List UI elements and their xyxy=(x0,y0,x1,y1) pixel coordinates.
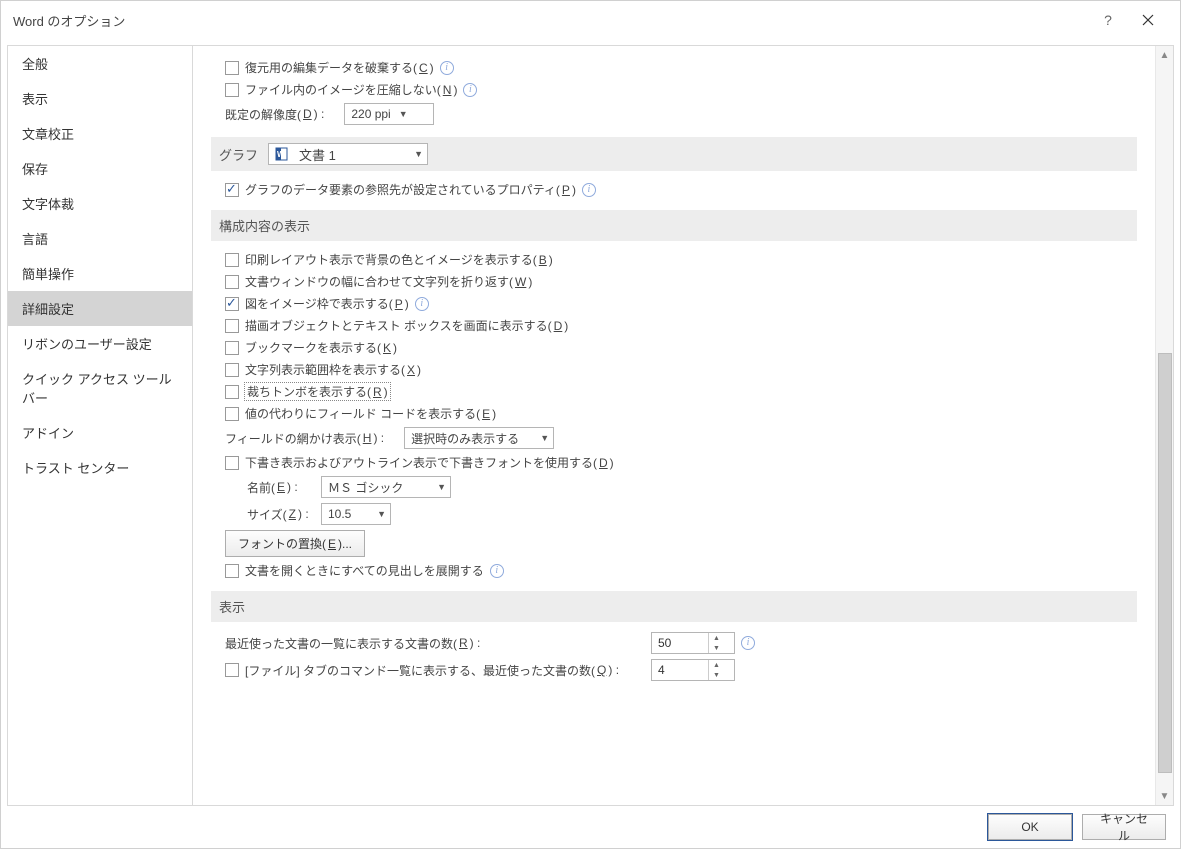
picture-placeholders-label: 図をイメージ枠で表示する(P) xyxy=(245,295,409,312)
chevron-down-icon: ▼ xyxy=(399,109,408,119)
text-boundaries-checkbox[interactable] xyxy=(225,363,239,377)
recent-docs-spinner[interactable]: ▲▼ xyxy=(651,632,735,654)
scroll-thumb[interactable] xyxy=(1158,353,1172,772)
picture-placeholders-checkbox[interactable] xyxy=(225,297,239,311)
draft-font-checkbox[interactable] xyxy=(225,456,239,470)
discard-edit-data-label: 復元用の編集データを破棄する(C) xyxy=(245,59,434,76)
crop-marks-checkbox[interactable] xyxy=(225,385,239,399)
info-icon[interactable]: i xyxy=(463,83,477,97)
nav-save[interactable]: 保存 xyxy=(8,151,192,186)
draft-font-label: 下書き表示およびアウトライン表示で下書きフォントを使用する(D) xyxy=(245,454,614,471)
main-area: 全般 表示 文章校正 保存 文字体裁 言語 簡単操作 詳細設定 リボンのユーザー… xyxy=(1,39,1180,806)
titlebar: Word のオプション ? xyxy=(1,1,1180,39)
group-header-show-content: 構成内容の表示 xyxy=(211,210,1137,241)
quick-access-recent-spinner[interactable]: ▲▼ xyxy=(651,659,735,681)
expand-headings-label: 文書を開くときにすべての見出しを展開する xyxy=(245,562,484,579)
discard-edit-data-checkbox[interactable] xyxy=(225,61,239,75)
wrap-to-window-label: 文書ウィンドウの幅に合わせて文字列を折り返す(W) xyxy=(245,273,532,290)
font-size-label: サイズ(Z) : xyxy=(247,506,315,523)
word-doc-icon: W xyxy=(275,146,291,162)
spin-up-icon[interactable]: ▲ xyxy=(709,660,724,670)
content-wrap: 復元用の編集データを破棄する(C) i ファイル内のイメージを圧縮しない(N) … xyxy=(193,45,1174,806)
chevron-down-icon: ▼ xyxy=(377,509,386,519)
chart-document-dropdown[interactable]: W 文書 1 ▼ xyxy=(268,143,428,165)
scroll-track[interactable] xyxy=(1156,64,1174,787)
nav-general[interactable]: 全般 xyxy=(8,46,192,81)
field-codes-label: 値の代わりにフィールド コードを表示する(E) xyxy=(245,405,496,422)
recent-docs-label: 最近使った文書の一覧に表示する文書の数(R) : xyxy=(225,635,645,652)
info-icon[interactable]: i xyxy=(415,297,429,311)
nav-language[interactable]: 言語 xyxy=(8,221,192,256)
chevron-down-icon: ▼ xyxy=(540,433,549,443)
svg-text:W: W xyxy=(277,150,285,159)
vertical-scrollbar[interactable]: ▲ ▼ xyxy=(1155,46,1173,805)
dialog-footer: OK キャンセル xyxy=(1,806,1180,848)
close-button[interactable] xyxy=(1128,1,1168,39)
no-compress-images-label: ファイル内のイメージを圧縮しない(N) xyxy=(245,81,457,98)
print-layout-bg-checkbox[interactable] xyxy=(225,253,239,267)
expand-headings-checkbox[interactable] xyxy=(225,564,239,578)
cancel-button[interactable]: キャンセル xyxy=(1082,814,1166,840)
group-header-chart: グラフ W 文書 1 ▼ xyxy=(211,137,1137,171)
spin-down-icon[interactable]: ▼ xyxy=(709,643,724,653)
ok-button[interactable]: OK xyxy=(988,814,1072,840)
close-icon xyxy=(1142,14,1154,26)
field-shading-label: フィールドの網かけ表示(H) : xyxy=(225,430,384,447)
text-boundaries-label: 文字列表示範囲枠を表示する(X) xyxy=(245,361,421,378)
nav-ease[interactable]: 簡単操作 xyxy=(8,256,192,291)
nav-qat[interactable]: クイック アクセス ツール バー xyxy=(8,361,192,415)
nav-ribbon[interactable]: リボンのユーザー設定 xyxy=(8,326,192,361)
chart-ref-props-checkbox[interactable] xyxy=(225,183,239,197)
nav-proofing[interactable]: 文章校正 xyxy=(8,116,192,151)
quick-access-recent-checkbox[interactable] xyxy=(225,663,239,677)
recent-docs-input[interactable] xyxy=(652,633,708,653)
drawings-textboxes-checkbox[interactable] xyxy=(225,319,239,333)
wrap-to-window-checkbox[interactable] xyxy=(225,275,239,289)
no-compress-images-checkbox[interactable] xyxy=(225,83,239,97)
quick-access-recent-label: [ファイル] タブのコマンド一覧に表示する、最近使った文書の数(Q) : xyxy=(245,662,645,679)
nav-trust[interactable]: トラスト センター xyxy=(8,450,192,485)
spin-down-icon[interactable]: ▼ xyxy=(709,670,724,680)
quick-access-recent-input[interactable] xyxy=(652,660,708,680)
info-icon[interactable]: i xyxy=(490,564,504,578)
font-name-label: 名前(E) : xyxy=(247,479,315,496)
nav-advanced[interactable]: 詳細設定 xyxy=(8,291,192,326)
settings-content: 復元用の編集データを破棄する(C) i ファイル内のイメージを圧縮しない(N) … xyxy=(193,46,1155,805)
info-icon[interactable]: i xyxy=(582,183,596,197)
spin-up-icon[interactable]: ▲ xyxy=(709,633,724,643)
font-substitution-button[interactable]: フォントの置換(E)... xyxy=(225,530,365,557)
scroll-down-icon[interactable]: ▼ xyxy=(1156,787,1174,805)
chevron-down-icon: ▼ xyxy=(437,482,446,492)
nav-display[interactable]: 表示 xyxy=(8,81,192,116)
nav-addins[interactable]: アドイン xyxy=(8,415,192,450)
font-name-dropdown[interactable]: ＭＳ ゴシック ▼ xyxy=(321,476,451,498)
print-layout-bg-label: 印刷レイアウト表示で背景の色とイメージを表示する(B) xyxy=(245,251,553,268)
field-shading-dropdown[interactable]: 選択時のみ表示する ▼ xyxy=(404,427,554,449)
nav-typography[interactable]: 文字体裁 xyxy=(8,186,192,221)
info-icon[interactable]: i xyxy=(741,636,755,650)
bookmarks-label: ブックマークを表示する(K) xyxy=(245,339,397,356)
font-size-dropdown[interactable]: 10.5 ▼ xyxy=(321,503,391,525)
crop-marks-label: 裁ちトンボを表示する(R) xyxy=(245,383,390,400)
help-button[interactable]: ? xyxy=(1088,1,1128,39)
window-title: Word のオプション xyxy=(13,11,1088,30)
default-resolution-label: 既定の解像度(D) : xyxy=(225,106,324,123)
group-header-display: 表示 xyxy=(211,591,1137,622)
drawings-textboxes-label: 描画オブジェクトとテキスト ボックスを画面に表示する(D) xyxy=(245,317,568,334)
default-resolution-dropdown[interactable]: 220 ppi ▼ xyxy=(344,103,434,125)
chevron-down-icon: ▼ xyxy=(414,149,423,159)
chart-ref-props-label: グラフのデータ要素の参照先が設定されているプロパティ(P) xyxy=(245,181,576,198)
bookmarks-checkbox[interactable] xyxy=(225,341,239,355)
category-sidebar: 全般 表示 文章校正 保存 文字体裁 言語 簡単操作 詳細設定 リボンのユーザー… xyxy=(7,45,193,806)
field-codes-checkbox[interactable] xyxy=(225,407,239,421)
scroll-up-icon[interactable]: ▲ xyxy=(1156,46,1174,64)
info-icon[interactable]: i xyxy=(440,61,454,75)
